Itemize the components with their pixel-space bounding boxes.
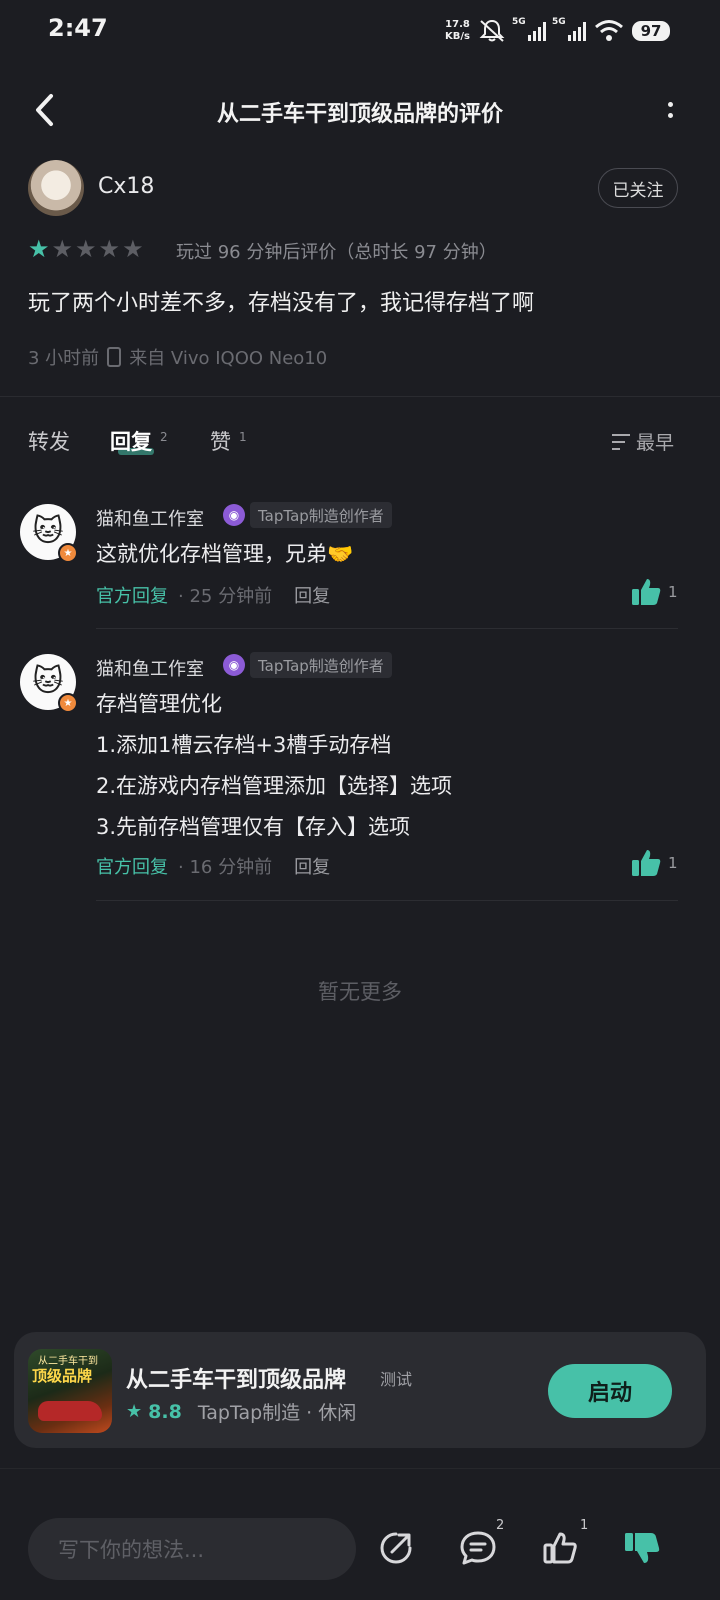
game-tags: TapTap制造 · 休闲 <box>197 1402 357 1424</box>
reply-button[interactable]: 回复 <box>294 582 330 608</box>
comment-button[interactable] <box>458 1528 498 1568</box>
more-vertical-icon <box>667 102 673 107</box>
car-icon <box>38 1401 102 1421</box>
battery-indicator: 97 <box>632 21 670 41</box>
no-more-label: 暂无更多 <box>318 980 402 1004</box>
play-time-info: 玩过 96 分钟后评价（总时长 97 分钟） <box>176 242 497 263</box>
row-divider <box>96 900 678 901</box>
game-rating: ★ 8.8 TapTap制造 · 休闲 <box>126 1398 356 1425</box>
cell-signal-icon: 5G <box>552 17 586 41</box>
star-icon: ★ <box>75 235 97 263</box>
wifi-icon <box>595 20 623 41</box>
game-title[interactable]: 从二手车干到顶级品牌 <box>126 1362 346 1394</box>
review-meta: 3 小时前 来自 Vivo IQOO Neo10 <box>28 344 327 370</box>
review-text: 玩了两个小时差不多，存档没有了，我记得存档了啊 <box>28 291 535 316</box>
reply-text: 2.在游戏内存档管理添加【选择】选项 <box>96 774 453 798</box>
like-button[interactable] <box>540 1528 580 1568</box>
reply-meta: 官方回复 · 25 分钟前 回复 <box>96 582 330 608</box>
more-options-button[interactable] <box>650 92 690 128</box>
share-icon <box>380 1532 412 1564</box>
phone-icon <box>107 347 122 367</box>
official-reply-label: 官方回复 <box>96 586 168 607</box>
follow-button[interactable]: 已关注 <box>598 168 678 208</box>
sort-icon <box>612 433 630 450</box>
comment-icon <box>460 1531 496 1565</box>
mute-icon <box>479 19 505 42</box>
status-time: 2:47 <box>48 14 108 42</box>
gamepad-icon: ◉ <box>223 654 245 676</box>
comment-input[interactable]: 写下你的想法... <box>28 1518 356 1580</box>
row-divider <box>96 628 678 629</box>
thumbs-up-outline-icon <box>543 1532 577 1564</box>
creator-tag: TapTap制造创作者 <box>250 502 392 528</box>
star-icon: ★ <box>51 235 74 263</box>
rating-stars: ★ ★ ★ ★ ★ <box>28 236 144 262</box>
share-button[interactable] <box>376 1528 416 1568</box>
dislike-button[interactable] <box>622 1528 662 1568</box>
back-button[interactable] <box>26 92 62 128</box>
status-icons: 17.8 KB/s 5G 5G 97 <box>445 14 670 48</box>
reply-text: 3.先前存档管理仅有【存入】选项 <box>96 815 411 839</box>
gamepad-icon: ◉ <box>223 504 245 526</box>
official-reply-label: 官方回复 <box>96 857 168 878</box>
cat-fish-logo-icon: 🐱 <box>32 664 64 699</box>
reply-author[interactable]: 猫和鱼工作室 <box>96 505 204 531</box>
cat-fish-logo-icon: 🐱 <box>32 514 64 549</box>
tab-repost[interactable]: 转发 <box>28 426 70 456</box>
net-speed: 17.8 KB/s <box>445 19 470 42</box>
star-icon: ★ <box>98 235 121 263</box>
tab-reply[interactable]: 回复 2 <box>110 426 168 456</box>
author-avatar[interactable] <box>28 160 84 216</box>
star-icon: ★ <box>122 235 144 263</box>
cell-signal-icon: 5G <box>512 17 546 41</box>
section-divider <box>0 396 720 397</box>
reply-button[interactable]: 回复 <box>294 853 330 879</box>
like-button[interactable]: 1 <box>630 847 678 879</box>
review-time: 3 小时前 <box>28 348 100 369</box>
reply-time: · 16 分钟前 <box>178 857 273 878</box>
star-icon: ★ <box>126 1401 143 1422</box>
tab-reply-count: 2 <box>160 430 168 444</box>
star-icon: ★ <box>28 235 50 263</box>
launch-button[interactable]: 启动 <box>548 1364 672 1418</box>
official-badge-icon: ★ <box>58 543 78 563</box>
creator-tag: TapTap制造创作者 <box>250 652 392 678</box>
like-count: 1 <box>580 1518 589 1533</box>
chevron-left-icon <box>36 94 53 126</box>
author-name[interactable]: Cx18 <box>98 174 154 199</box>
test-badge: 测试 <box>380 1370 413 1389</box>
reply-meta: 官方回复 · 16 分钟前 回复 <box>96 853 330 879</box>
page-title: 从二手车干到顶级品牌的评价 <box>216 102 503 127</box>
sort-button[interactable]: 最早 <box>612 428 674 455</box>
reply-text: 存档管理优化 <box>96 692 222 716</box>
reply-author[interactable]: 猫和鱼工作室 <box>96 655 204 681</box>
review-device: 来自 Vivo IQOO Neo10 <box>129 348 328 369</box>
game-icon[interactable]: 从二手车干到 顶级品牌 <box>28 1349 112 1433</box>
reply-time: · 25 分钟前 <box>178 586 273 607</box>
thumbs-up-icon <box>632 850 661 876</box>
reply-text: 这就优化存档管理，兄弟🤝 <box>96 542 354 566</box>
comment-count: 2 <box>496 1518 505 1533</box>
tab-like[interactable]: 赞1 <box>210 426 247 456</box>
tab-like-count: 1 <box>239 430 247 444</box>
bottom-divider <box>0 1468 720 1469</box>
like-button[interactable]: 1 <box>630 576 678 608</box>
thumbs-up-icon <box>632 579 661 605</box>
thumbs-down-icon <box>625 1533 660 1563</box>
official-badge-icon: ★ <box>58 693 78 713</box>
reply-text: 1.添加1槽云存档+3槽手动存档 <box>96 733 392 757</box>
